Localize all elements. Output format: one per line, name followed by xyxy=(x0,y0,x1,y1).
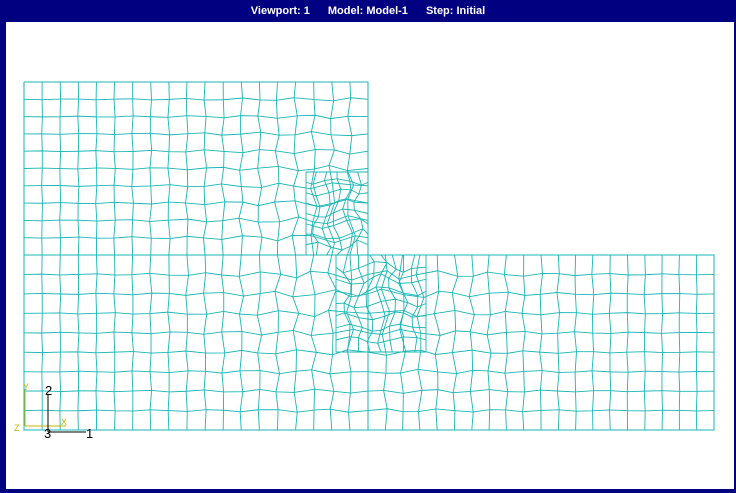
mesh-row-line xyxy=(23,289,369,298)
mesh-column-line xyxy=(185,254,189,431)
mesh-column-line xyxy=(574,254,577,431)
mesh-row-line xyxy=(23,408,369,413)
viewport-canvas[interactable]: Y X Z 2 1 3 xyxy=(6,22,734,489)
mesh-row-line xyxy=(23,131,369,137)
step-label: Step: Initial xyxy=(425,5,486,17)
mesh-column-line xyxy=(678,254,681,431)
mesh-column-line xyxy=(221,254,226,431)
mesh-column-line xyxy=(643,254,646,431)
mesh-column-line xyxy=(503,254,509,431)
mesh-column-line xyxy=(591,254,595,431)
mesh-column-line xyxy=(346,254,354,431)
triad-x-label: X xyxy=(61,417,67,427)
mesh-column-line xyxy=(486,254,492,431)
mesh-column-line xyxy=(113,254,116,431)
mesh-column-line xyxy=(131,254,134,431)
mesh-column-line xyxy=(309,254,317,431)
mesh-column-line xyxy=(695,254,698,431)
mesh-column-line xyxy=(221,81,226,256)
mesh-column-line xyxy=(292,254,300,431)
mesh-column-line xyxy=(41,254,43,431)
mesh-column-line xyxy=(326,81,336,256)
triad-1-label: 1 xyxy=(86,426,93,441)
mesh-row-line xyxy=(23,309,369,318)
mesh-column-line xyxy=(375,254,388,353)
mesh-column-line xyxy=(59,254,62,431)
mesh-column-line xyxy=(346,81,356,256)
viewport-title-bar: Viewport: 1 Model: Model-1 Step: Initial xyxy=(0,0,736,22)
mesh-column-line xyxy=(185,81,189,256)
mesh-column-line xyxy=(388,254,397,353)
mesh-row-line xyxy=(23,97,369,102)
mesh-column-line xyxy=(167,254,171,431)
mesh-column-line xyxy=(274,81,281,256)
mesh-column-line xyxy=(238,254,245,431)
model-label: Model: Model-1 xyxy=(327,5,408,17)
mesh-column-line xyxy=(433,254,441,431)
mesh-column-line xyxy=(95,81,98,256)
mesh-row-line xyxy=(23,328,369,336)
finite-element-mesh[interactable] xyxy=(23,81,715,431)
mesh-column-line xyxy=(556,254,560,431)
mesh-column-line xyxy=(274,254,282,431)
mesh-column-line xyxy=(256,254,263,431)
triad-y-label: Y xyxy=(23,382,29,392)
mesh-column-line xyxy=(451,254,459,431)
mesh-row-line xyxy=(23,270,369,281)
mesh-column-line xyxy=(661,254,664,431)
mesh-column-line xyxy=(468,254,475,431)
mesh-row-line xyxy=(23,114,369,120)
triad-z-label: Z xyxy=(14,423,20,433)
mesh-column-line xyxy=(626,254,629,431)
mesh-column-line xyxy=(131,81,134,256)
mesh-column-line xyxy=(291,81,300,256)
mesh-row-line xyxy=(23,388,369,394)
mesh-row-line xyxy=(23,369,369,375)
mesh-row-line xyxy=(23,182,369,190)
mesh-column-line xyxy=(539,254,543,431)
viewport-label: Viewport: 1 xyxy=(250,5,310,17)
mesh-column-line xyxy=(608,254,612,431)
mesh-row-line xyxy=(23,149,369,155)
mesh-column-line xyxy=(238,81,244,256)
mesh-column-line xyxy=(327,254,337,431)
mesh-plot[interactable]: Y X Z 2 1 3 xyxy=(6,22,734,489)
mesh-column-line xyxy=(149,254,153,431)
mesh-column-line xyxy=(77,254,80,431)
mesh-column-line xyxy=(521,254,526,431)
mesh-column-line xyxy=(365,254,375,353)
mesh-column-line xyxy=(95,254,98,431)
mesh-column-line xyxy=(149,81,153,256)
triad-2-label: 2 xyxy=(45,383,52,398)
mesh-row-line xyxy=(23,164,369,172)
triad-3-label: 3 xyxy=(44,426,51,441)
mesh-column-line xyxy=(203,254,208,431)
